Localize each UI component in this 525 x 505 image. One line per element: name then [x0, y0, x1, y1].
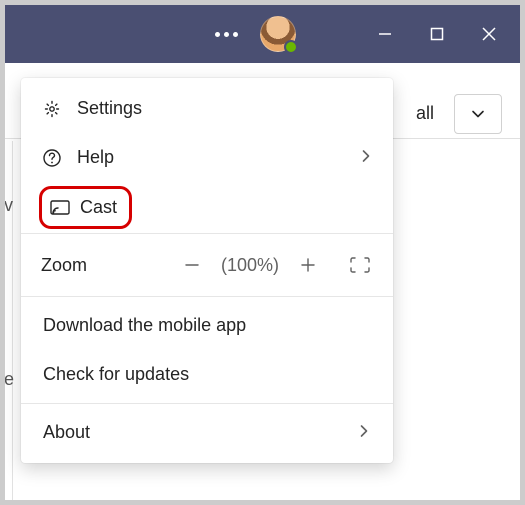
about-label: About: [43, 422, 357, 443]
help-icon: [41, 148, 63, 168]
fullscreen-button[interactable]: [347, 252, 373, 278]
close-icon: [482, 27, 496, 41]
chevron-right-icon: [359, 147, 373, 168]
peek-text-1: v: [5, 195, 13, 216]
minimize-icon: [378, 27, 392, 41]
settings-menu: Settings Help Cast Zoom: [21, 78, 393, 463]
zoom-in-button[interactable]: [295, 252, 321, 278]
presence-badge: [284, 40, 298, 54]
maximize-icon: [430, 27, 444, 41]
chevron-down-icon: [470, 106, 486, 122]
peek-text-2: e: [5, 369, 14, 390]
zoom-out-button[interactable]: [179, 252, 205, 278]
help-label: Help: [77, 147, 345, 168]
cast-label: Cast: [80, 197, 117, 218]
menu-item-settings[interactable]: Settings: [21, 84, 393, 133]
chevron-right-icon: [357, 422, 371, 443]
menu-item-updates[interactable]: Check for updates: [21, 350, 393, 399]
menu-divider: [21, 233, 393, 234]
minus-icon: [184, 257, 200, 273]
cast-icon: [50, 200, 70, 216]
call-button-fragment[interactable]: all: [406, 97, 444, 130]
close-button[interactable]: [466, 11, 512, 57]
menu-item-zoom: Zoom (100%): [21, 238, 393, 292]
updates-label: Check for updates: [43, 364, 371, 385]
zoom-value: (100%): [221, 255, 279, 276]
content-area: all v e Settings Help: [5, 63, 520, 500]
menu-item-cast[interactable]: Cast: [39, 186, 132, 229]
settings-label: Settings: [77, 98, 373, 119]
gear-icon: [41, 99, 63, 119]
minimize-button[interactable]: [362, 11, 408, 57]
call-dropdown-button[interactable]: [454, 94, 502, 134]
zoom-label: Zoom: [41, 255, 163, 276]
more-options-button[interactable]: [199, 24, 254, 45]
menu-divider: [21, 296, 393, 297]
menu-item-about[interactable]: About: [21, 408, 393, 457]
app-window: all v e Settings Help: [5, 5, 520, 500]
title-bar: [5, 5, 520, 63]
download-label: Download the mobile app: [43, 315, 371, 336]
fullscreen-icon: [350, 257, 370, 273]
menu-item-download[interactable]: Download the mobile app: [21, 301, 393, 350]
menu-divider: [21, 403, 393, 404]
left-panel-strip: v e: [5, 141, 13, 500]
maximize-button[interactable]: [414, 11, 460, 57]
menu-item-help[interactable]: Help: [21, 133, 393, 182]
profile-avatar[interactable]: [260, 16, 296, 52]
plus-icon: [300, 257, 316, 273]
